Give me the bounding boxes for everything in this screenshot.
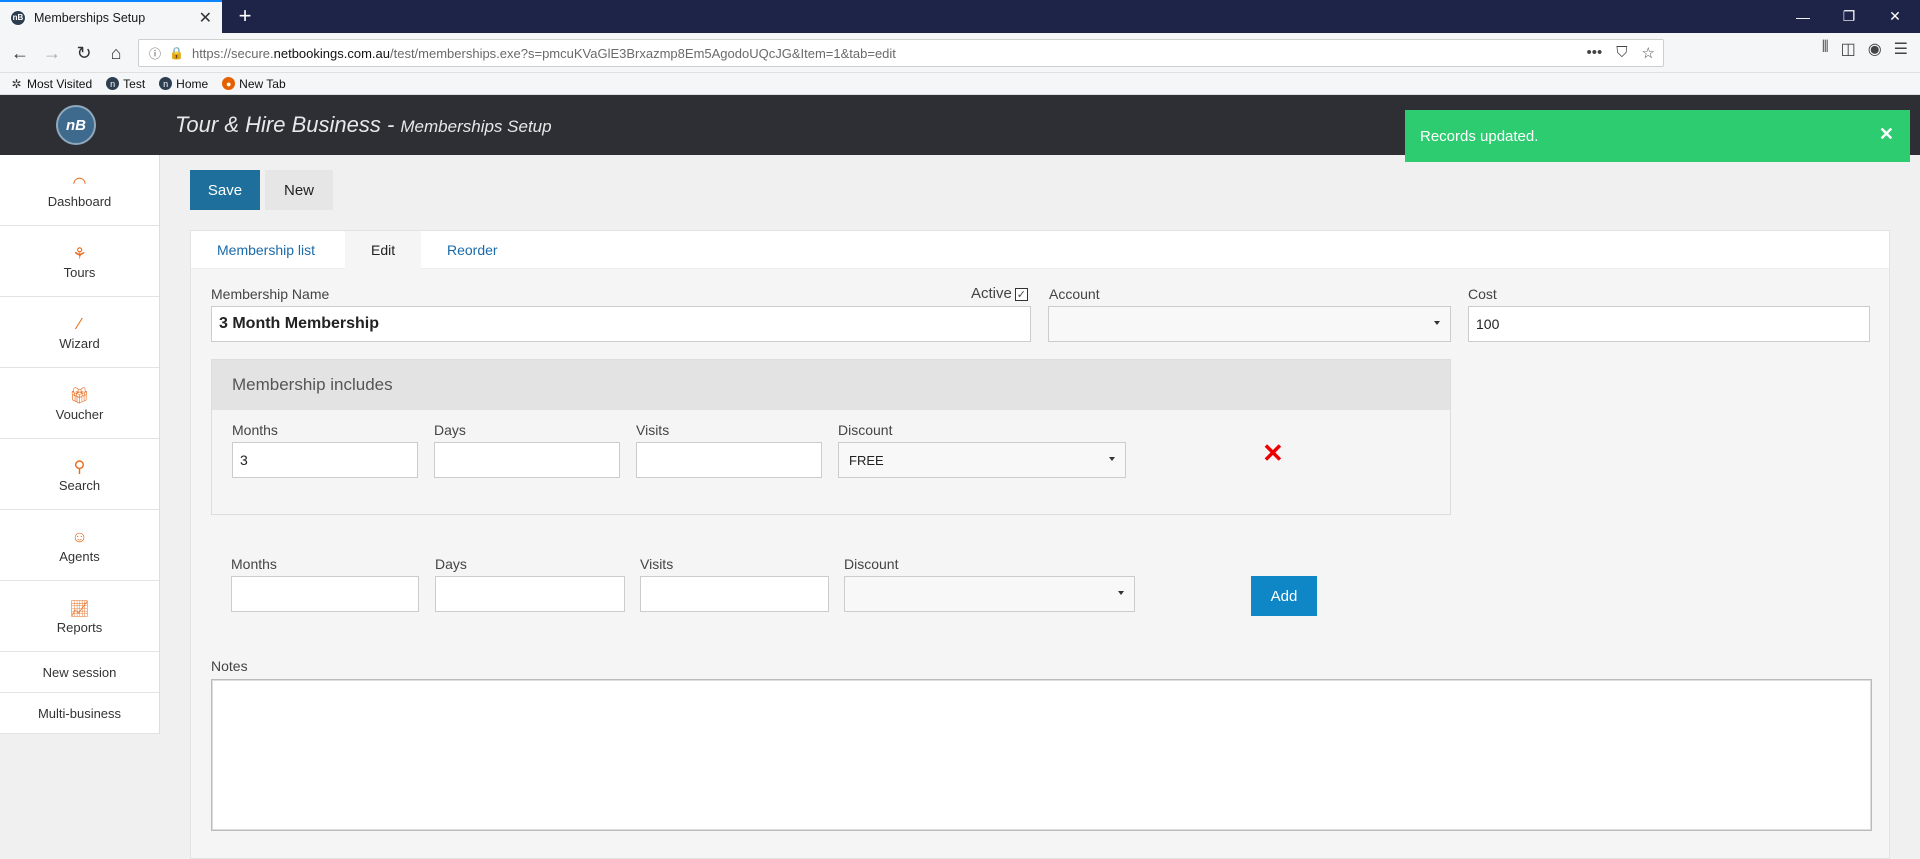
tab-edit[interactable]: Edit	[345, 231, 422, 269]
url-path: /test/memberships.exe?s=pmcuKVaGlE3Brxaz…	[389, 45, 896, 61]
gear-icon: ✲	[11, 76, 22, 91]
days-label: Days	[434, 422, 466, 438]
home-icon[interactable]: ⌂	[102, 39, 130, 67]
url-bar[interactable]: ⓘ 🔒 https://secure. netbookings.com.au/te…	[138, 39, 1664, 67]
sidebar-toggle-icon[interactable]: ◫	[1841, 39, 1856, 59]
days-input[interactable]	[434, 442, 620, 478]
sidebar-item-dashboard[interactable]: ◠ Dashboard	[0, 155, 159, 226]
chevron-down-icon	[1109, 457, 1115, 461]
browser-tab[interactable]: nB Memberships Setup ✕	[0, 0, 222, 33]
active-checkbox[interactable]: ✓	[1014, 287, 1028, 301]
sidebar-link-multi-business[interactable]: Multi-business	[0, 693, 159, 734]
bookmark-test[interactable]: n Test	[106, 77, 145, 91]
notes-textarea[interactable]	[211, 679, 1872, 831]
pocket-icon[interactable]: ⛉	[1616, 44, 1627, 62]
membership-includes-title: Membership includes	[212, 360, 1450, 410]
gauge-icon: ◠	[72, 174, 87, 192]
wand-icon: ⁄	[78, 315, 81, 333]
minimize-icon[interactable]: —	[1780, 0, 1826, 33]
months-label: Months	[232, 422, 278, 438]
success-toast: Records updated. ✕	[1405, 110, 1910, 162]
menu-icon[interactable]: ☰	[1894, 39, 1908, 59]
page-title: Tour & Hire Business - Memberships Setup	[175, 112, 552, 137]
membership-name-input[interactable]: 3 Month Membership	[211, 306, 1031, 342]
chevron-down-icon	[1434, 321, 1440, 325]
bookmark-star-icon[interactable]: ☆	[1642, 44, 1655, 62]
add-button[interactable]: Add	[1251, 576, 1317, 616]
new-days-label: Days	[435, 556, 467, 572]
sidebar-item-wizard[interactable]: ⁄ Wizard	[0, 297, 159, 368]
sidebar-item-search[interactable]: ⚲ Search	[0, 439, 159, 510]
tours-icon: ⚘	[72, 245, 87, 263]
notes-label: Notes	[211, 658, 248, 674]
new-discount-select[interactable]	[844, 576, 1135, 612]
library-icon[interactable]: ⫴	[1822, 39, 1829, 59]
cost-label: Cost	[1468, 286, 1497, 302]
account-label: Account	[1049, 286, 1100, 302]
visits-label: Visits	[636, 422, 670, 438]
months-input[interactable]: 3	[232, 442, 418, 478]
sidebar: ◠ Dashboard ⚘ Tours ⁄ Wizard 🎁︎ Voucher ⚲ Sea…	[0, 155, 160, 734]
account-select[interactable]	[1048, 306, 1451, 342]
bookmark-new-tab[interactable]: ● New Tab	[222, 77, 286, 91]
close-icon[interactable]: ✕	[1879, 124, 1894, 145]
browser-navbar: ← → ↻ ⌂ ⓘ 🔒 https://secure. netbookings.c…	[0, 33, 1920, 73]
chevron-down-icon	[1118, 591, 1124, 595]
restore-icon[interactable]: ❐	[1826, 0, 1872, 33]
tab-close-icon[interactable]: ✕	[199, 8, 212, 28]
site-favicon-icon: n	[106, 77, 120, 90]
new-months-input[interactable]	[231, 576, 419, 612]
lock-icon: 🔒	[169, 46, 184, 60]
gift-icon: 🎁︎	[69, 387, 90, 405]
sidebar-item-reports[interactable]: 📈︎ Reports	[0, 581, 159, 652]
back-icon[interactable]: ←	[6, 39, 34, 67]
new-days-input[interactable]	[435, 576, 625, 612]
firefox-icon: ●	[222, 77, 236, 90]
agent-icon: ☺	[71, 528, 88, 546]
forward-icon[interactable]: →	[38, 39, 66, 67]
new-button[interactable]: New	[265, 170, 333, 210]
new-months-label: Months	[231, 556, 277, 572]
cost-input[interactable]: 100	[1468, 306, 1870, 342]
browser-titlebar: nB Memberships Setup ✕ + — ❐ ✕	[0, 0, 1920, 33]
bookmark-home[interactable]: n Home	[159, 77, 208, 91]
url-prefix: https://secure.	[191, 45, 274, 61]
sidebar-item-voucher[interactable]: 🎁︎ Voucher	[0, 368, 159, 439]
site-info-icon[interactable]: ⓘ	[149, 45, 161, 62]
save-button[interactable]: Save	[190, 170, 260, 210]
sidebar-item-tours[interactable]: ⚘ Tours	[0, 226, 159, 297]
url-host: netbookings.com.au	[273, 45, 390, 61]
bookmark-most-visited[interactable]: ✲ Most Visited	[10, 77, 92, 91]
tab-membership-list[interactable]: Membership list	[191, 231, 341, 269]
search-icon: ⚲	[73, 458, 86, 476]
chart-icon: 📈︎	[69, 600, 90, 618]
new-visits-input[interactable]	[640, 576, 829, 612]
app-logo[interactable]: nB	[56, 105, 96, 145]
new-visits-label: Visits	[640, 556, 674, 572]
active-label: Active ✓	[971, 285, 1028, 302]
site-favicon-icon: nB	[10, 9, 26, 26]
delete-icon[interactable]: ✕	[1262, 438, 1284, 469]
new-discount-label: Discount	[844, 556, 899, 572]
tab-reorder[interactable]: Reorder	[421, 231, 524, 269]
visits-input[interactable]	[636, 442, 822, 478]
discount-select[interactable]: FREE	[838, 442, 1126, 478]
toast-message: Records updated.	[1420, 127, 1539, 145]
discount-label: Discount	[838, 422, 893, 438]
reload-icon[interactable]: ↻	[70, 39, 98, 67]
window-close-icon[interactable]: ✕	[1872, 0, 1918, 33]
membership-edit-panel: Membership list Edit Reorder Membership …	[190, 230, 1890, 859]
account-icon[interactable]: ◉	[1868, 39, 1882, 59]
new-tab-button[interactable]: +	[232, 3, 258, 29]
site-favicon-icon: n	[159, 77, 173, 90]
sidebar-item-agents[interactable]: ☺ Agents	[0, 510, 159, 581]
sidebar-link-new-session[interactable]: New session	[0, 652, 159, 693]
tab-bar: Membership list Edit Reorder	[191, 231, 1889, 269]
membership-includes-box: Membership includes Months 3 Days Visits…	[211, 359, 1451, 515]
browser-tab-title: Memberships Setup	[34, 10, 146, 25]
membership-name-label: Membership Name	[211, 286, 330, 302]
page-actions-icon[interactable]: •••	[1587, 44, 1603, 62]
bookmarks-bar: ✲ Most Visited n Test n Home ● New Tab	[0, 73, 1920, 95]
